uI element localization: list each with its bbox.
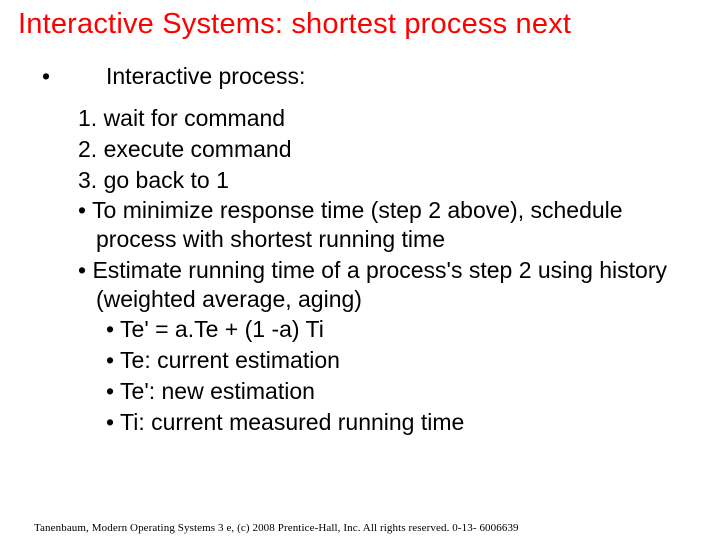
numbered-item: 3. go back to 1 [78,166,702,195]
bullet-text: Interactive process: [82,63,305,90]
bullet-item: • Estimate running time of a process's s… [78,256,702,314]
sub-bullet-item: • Ti: current measured running time [78,408,702,437]
sub-bullet-item: • Te' = a.Te + (1 -a) Ti [78,315,702,344]
slide-title: Interactive Systems: shortest process ne… [18,8,702,41]
bullet-interactive-process: • Interactive process: [18,63,702,90]
bullet-marker: • [18,63,82,90]
bullet-item: • To minimize response time (step 2 abov… [78,196,702,254]
sub-bullet-item: • Te': new estimation [78,377,702,406]
slide-body: 1. wait for command 2. execute command 3… [18,104,702,436]
numbered-item: 1. wait for command [78,104,702,133]
slide: Interactive Systems: shortest process ne… [0,0,720,540]
numbered-item: 2. execute command [78,135,702,164]
footer-citation: Tanenbaum, Modern Operating Systems 3 e,… [34,522,519,534]
sub-bullet-item: • Te: current estimation [78,346,702,375]
